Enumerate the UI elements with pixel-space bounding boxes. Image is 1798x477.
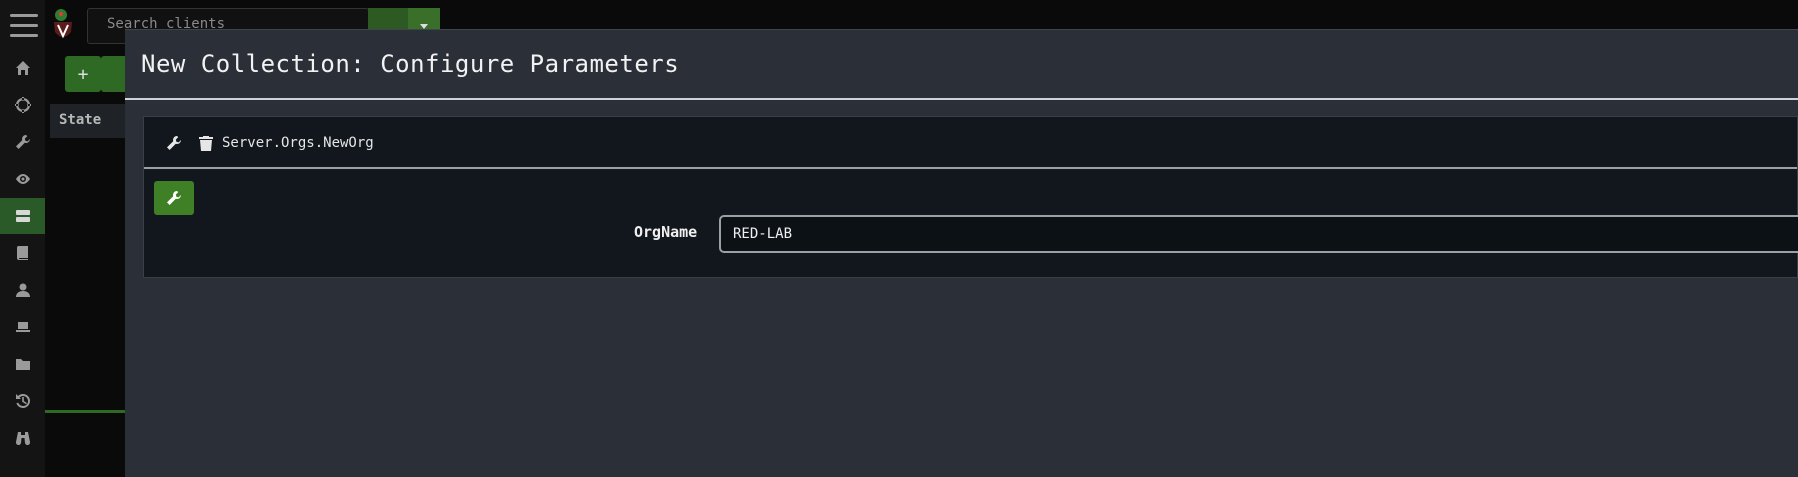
- user-icon: [15, 283, 30, 297]
- configure-artifact-button[interactable]: [154, 181, 194, 215]
- wrench-icon: [15, 135, 30, 149]
- binoculars-icon: [15, 432, 30, 446]
- home-icon: [15, 61, 30, 75]
- sidebar-item-history[interactable]: [0, 383, 45, 419]
- orgname-field[interactable]: [719, 215, 1798, 253]
- laptop-icon: [15, 322, 30, 332]
- folder-icon: [15, 359, 30, 370]
- hamburger-menu-icon[interactable]: [10, 14, 38, 40]
- artifact-card-header: Server.Orgs.NewOrg: [144, 117, 1797, 169]
- sidebar-item-home[interactable]: [0, 50, 45, 86]
- sidebar-item-notebooks[interactable]: [0, 235, 45, 271]
- sidebar-item-server-artifacts[interactable]: [0, 198, 45, 234]
- book-icon: [16, 246, 28, 260]
- trash-icon[interactable]: [199, 135, 213, 151]
- artifact-name: Server.Orgs.NewOrg: [222, 135, 374, 151]
- sidebar-item-hunt[interactable]: [0, 87, 45, 123]
- sidebar-item-artifacts[interactable]: [0, 124, 45, 160]
- modal-divider: [125, 98, 1798, 100]
- sidebar-item-files[interactable]: [0, 346, 45, 382]
- divider: [45, 410, 125, 413]
- eye-icon: [15, 174, 30, 184]
- sidebar-item-clients[interactable]: [0, 309, 45, 345]
- crosshair-icon: [14, 97, 31, 113]
- artifact-parameters-card: Server.Orgs.NewOrg OrgName: [143, 116, 1798, 278]
- wrench-icon: [167, 191, 181, 205]
- sidebar-item-events[interactable]: [0, 161, 45, 197]
- server-icon: [15, 210, 30, 222]
- add-collection-button[interactable]: +: [65, 56, 101, 92]
- app-logo-icon[interactable]: [52, 8, 74, 42]
- orgname-label: OrgName: [634, 223, 698, 241]
- modal-title: New Collection: Configure Parameters: [141, 50, 680, 78]
- new-collection-modal: New Collection: Configure Parameters Ser…: [125, 29, 1798, 477]
- sidebar: [0, 0, 45, 477]
- sidebar-item-users[interactable]: [0, 272, 45, 308]
- history-icon: [15, 393, 30, 408]
- sidebar-item-hunts[interactable]: [0, 420, 45, 456]
- plus-icon: +: [77, 63, 89, 85]
- wrench-icon[interactable]: [166, 135, 182, 151]
- state-column-header[interactable]: State: [59, 112, 101, 128]
